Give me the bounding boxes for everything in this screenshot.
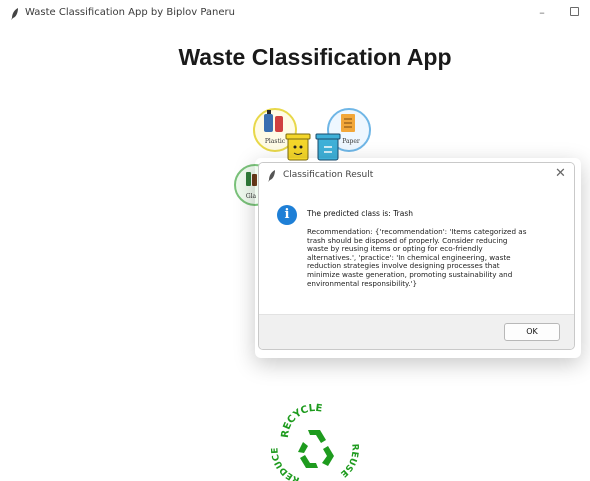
window-title: Waste Classification App by Biplov Paner… (25, 7, 235, 18)
window-titlebar: Waste Classification App by Biplov Paner… (0, 0, 590, 28)
info-icon: i (277, 205, 297, 225)
recycle-logo: RECYCLE REDUCE REUSE (270, 403, 359, 481)
blue-bin-icon (315, 133, 341, 161)
dialog-title: Classification Result (283, 170, 374, 180)
dialog-body: i The predicted class is: Trash Recommen… (259, 189, 574, 314)
reduce-text: REDUCE (270, 447, 301, 481)
close-icon[interactable]: ✕ (555, 167, 566, 181)
recommendation-text: Recommendation: {'recommendation': 'Item… (307, 227, 565, 288)
minimize-button[interactable]: – (530, 4, 554, 22)
minimize-icon: – (539, 6, 545, 19)
recycle-arrows-icon (298, 430, 334, 468)
svg-text:REDUCE: REDUCE (270, 447, 301, 481)
reuse-text: REUSE (338, 443, 359, 478)
paper-label: Paper (342, 138, 360, 145)
recommendation-line: environmental responsibility.'} (307, 278, 418, 288)
feather-icon (11, 8, 18, 20)
classification-result-dialog: Classification Result ✕ i The predicted … (258, 162, 575, 350)
predicted-class-text: The predicted class is: Trash (307, 209, 414, 218)
svg-text:REUSE: REUSE (338, 443, 359, 478)
dialog-footer: OK (259, 314, 574, 349)
plastic-label: Plastic (265, 138, 286, 145)
feather-icon (268, 170, 275, 182)
yellow-bin-icon (285, 133, 311, 161)
ok-button[interactable]: OK (504, 323, 560, 341)
dialog-titlebar: Classification Result ✕ (259, 163, 574, 189)
maximize-button[interactable] (562, 4, 586, 22)
maximize-icon (569, 7, 579, 16)
app-heading: Waste Classification App (178, 44, 452, 70)
